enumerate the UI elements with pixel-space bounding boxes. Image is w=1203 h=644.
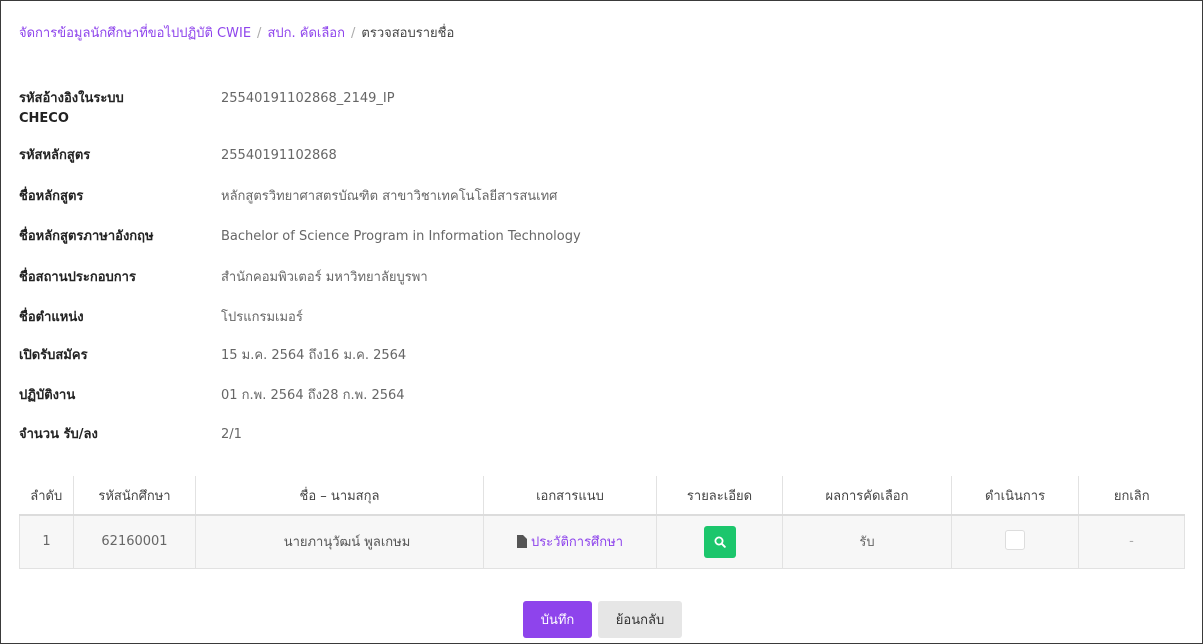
cell-no: 1 bbox=[19, 514, 74, 569]
info-value: Bachelor of Science Program in Informati… bbox=[221, 229, 581, 244]
info-label: จำนวน รับ/ลง bbox=[19, 427, 98, 442]
back-button[interactable]: ย้อนกลับ bbox=[598, 601, 682, 638]
info-label: เปิดรับสมัคร bbox=[19, 348, 88, 363]
breadcrumb-link-selection[interactable]: สปก. คัดเลือก bbox=[267, 26, 345, 41]
info-value: 25540191102868 bbox=[221, 148, 337, 163]
info-value: 15 ม.ค. 2564 ถึง16 ม.ค. 2564 bbox=[221, 348, 407, 363]
info-value: หลักสูตรวิทยาศาสตรบัณฑิต สาขาวิชาเทคโนโล… bbox=[221, 189, 558, 204]
info-label: ปฏิบัติงาน bbox=[19, 388, 76, 403]
breadcrumb-current: ตรวจสอบรายชื่อ bbox=[361, 26, 455, 41]
breadcrumb: จัดการข้อมูลนักศึกษาที่ขอไปปฏิบัติ CWIE /… bbox=[19, 22, 454, 43]
cell-detail bbox=[656, 514, 783, 569]
breadcrumb-link-cwie[interactable]: จัดการข้อมูลนักศึกษาที่ขอไปปฏิบัติ CWIE bbox=[19, 26, 251, 41]
col-header-cancel: ยกเลิก bbox=[1078, 476, 1185, 516]
info-value: 25540191102868_2149_IP bbox=[221, 91, 395, 106]
col-header-action: ดำเนินการ bbox=[951, 476, 1079, 516]
col-header-attachment: เอกสารแนบ bbox=[483, 476, 657, 516]
cell-cancel: - bbox=[1078, 514, 1185, 569]
save-button[interactable]: บันทึก bbox=[523, 601, 592, 638]
page-frame: จัดการข้อมูลนักศึกษาที่ขอไปปฏิบัติ CWIE /… bbox=[0, 0, 1203, 644]
info-label: ชื่อหลักสูตรภาษาอังกฤษ bbox=[19, 229, 154, 244]
cell-name: นายภานุวัฒน์ พูลเกษม bbox=[195, 514, 484, 569]
cell-action bbox=[951, 514, 1079, 569]
info-label: ชื่อหลักสูตร bbox=[19, 189, 84, 204]
info-value: โปรแกรมเมอร์ bbox=[221, 310, 303, 325]
col-header-result: ผลการคัดเลือก bbox=[782, 476, 952, 516]
document-icon bbox=[516, 535, 527, 549]
col-header-no: ลำดับ bbox=[19, 476, 74, 516]
cell-result: รับ bbox=[782, 514, 952, 569]
search-icon bbox=[714, 536, 726, 548]
button-bar: บันทึก ย้อนกลับ bbox=[1, 601, 1203, 638]
col-header-detail: รายละเอียด bbox=[656, 476, 783, 516]
info-value: สำนักคอมพิวเตอร์ มหาวิทยาลัยบูรพา bbox=[221, 270, 428, 285]
breadcrumb-separator: / bbox=[257, 26, 262, 41]
table-row: 1 62160001 นายภานุวัฒน์ พูลเกษม ประวัติก… bbox=[19, 514, 1185, 569]
info-value: 2/1 bbox=[221, 427, 242, 442]
col-header-student-id: รหัสนักศึกษา bbox=[73, 476, 196, 516]
info-label: รหัสอ้างอิงในระบบ CHECO bbox=[19, 91, 124, 126]
info-label: ชื่อสถานประกอบการ bbox=[19, 270, 136, 285]
info-label: ชื่อตำแหน่ง bbox=[19, 310, 84, 325]
info-value: 01 ก.พ. 2564 ถึง28 ก.พ. 2564 bbox=[221, 388, 405, 403]
col-header-name: ชื่อ – นามสกุล bbox=[195, 476, 484, 516]
student-table: ลำดับ รหัสนักศึกษา ชื่อ – นามสกุล เอกสาร… bbox=[19, 476, 1185, 569]
breadcrumb-separator: / bbox=[351, 26, 356, 41]
cell-attachment: ประวัติการศึกษา bbox=[483, 514, 657, 569]
attachment-link[interactable]: ประวัติการศึกษา bbox=[516, 531, 624, 552]
info-label: รหัสหลักสูตร bbox=[19, 148, 91, 163]
view-detail-button[interactable] bbox=[703, 525, 736, 558]
cell-student-id: 62160001 bbox=[73, 514, 196, 569]
action-checkbox[interactable] bbox=[1005, 529, 1025, 550]
attachment-label: ประวัติการศึกษา bbox=[530, 535, 624, 551]
table-header-row: ลำดับ รหัสนักศึกษา ชื่อ – นามสกุล เอกสาร… bbox=[19, 476, 1185, 516]
